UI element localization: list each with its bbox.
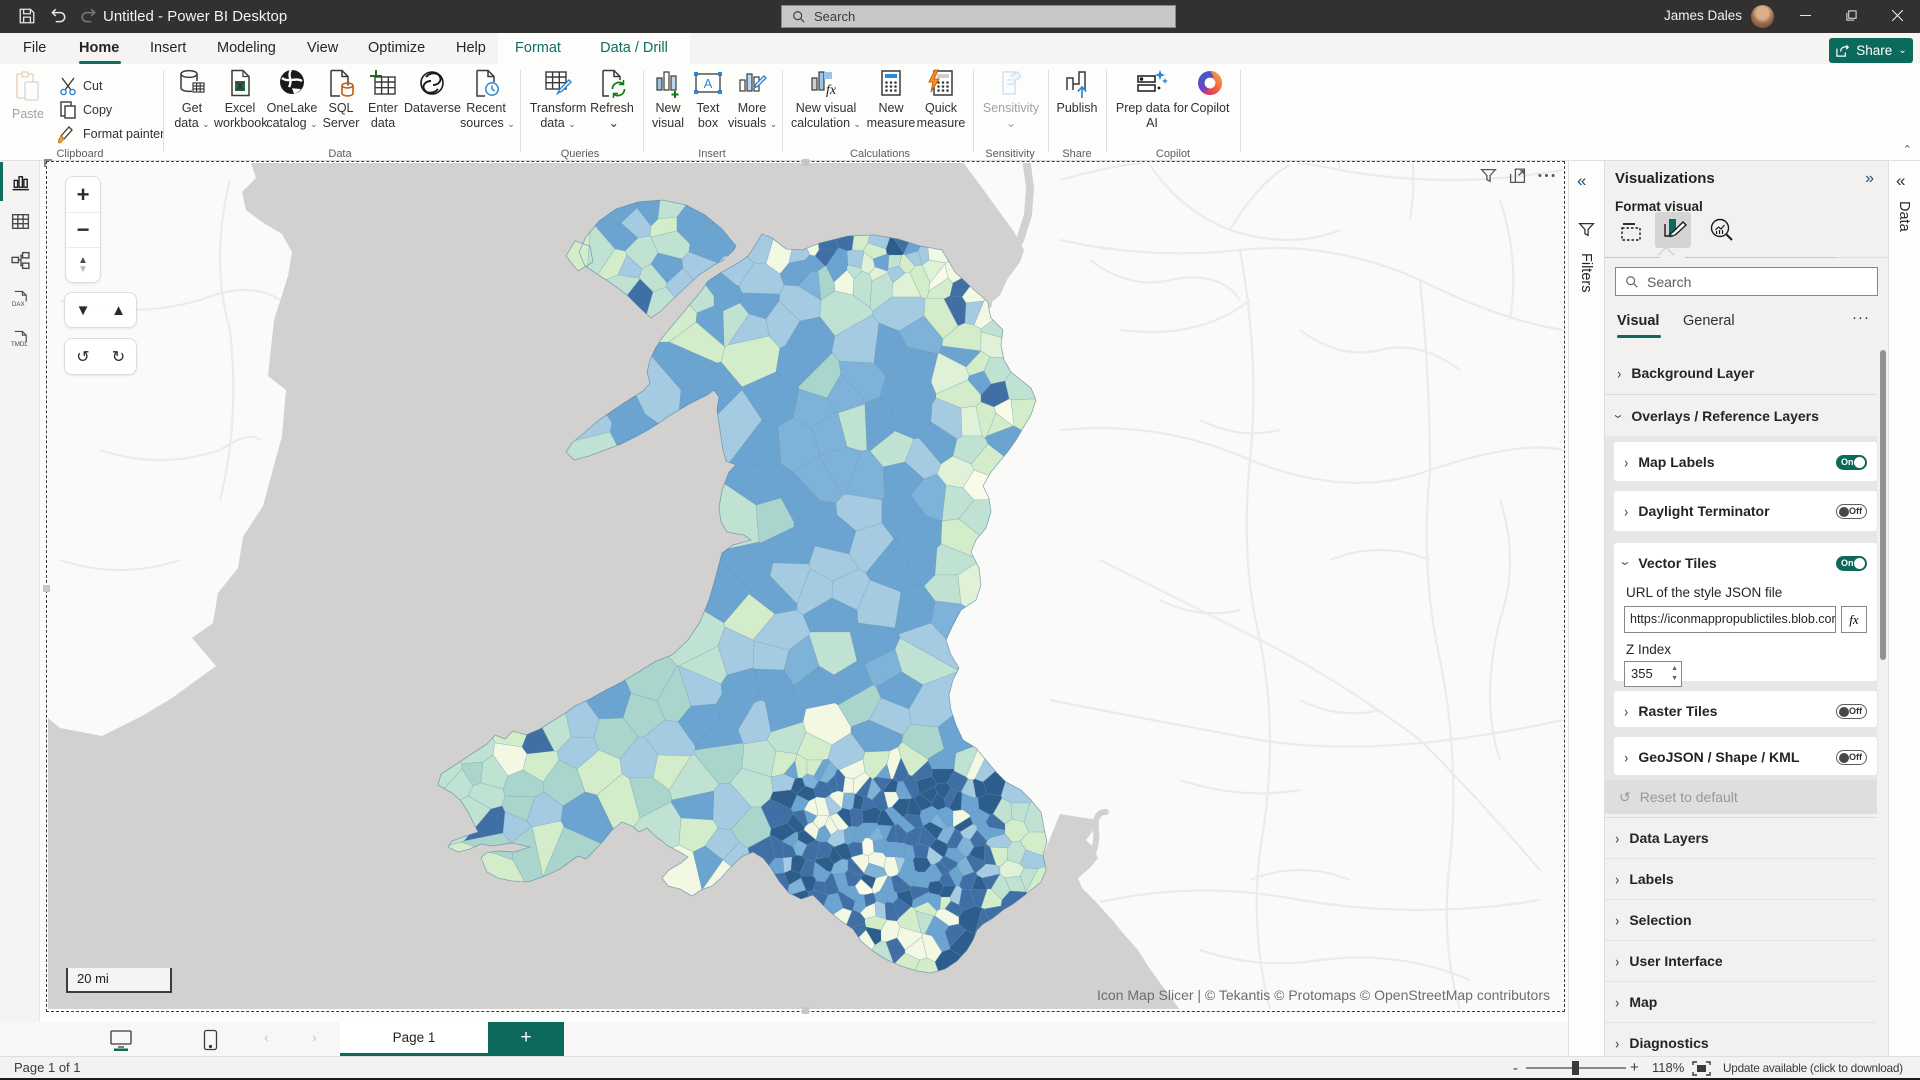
svg-text:TMDL: TMDL	[11, 341, 28, 348]
svg-text:DAX: DAX	[12, 301, 25, 308]
svg-text:fx: fx	[826, 83, 837, 98]
svg-text:A: A	[704, 76, 713, 91]
svg-text:X: X	[237, 82, 243, 92]
